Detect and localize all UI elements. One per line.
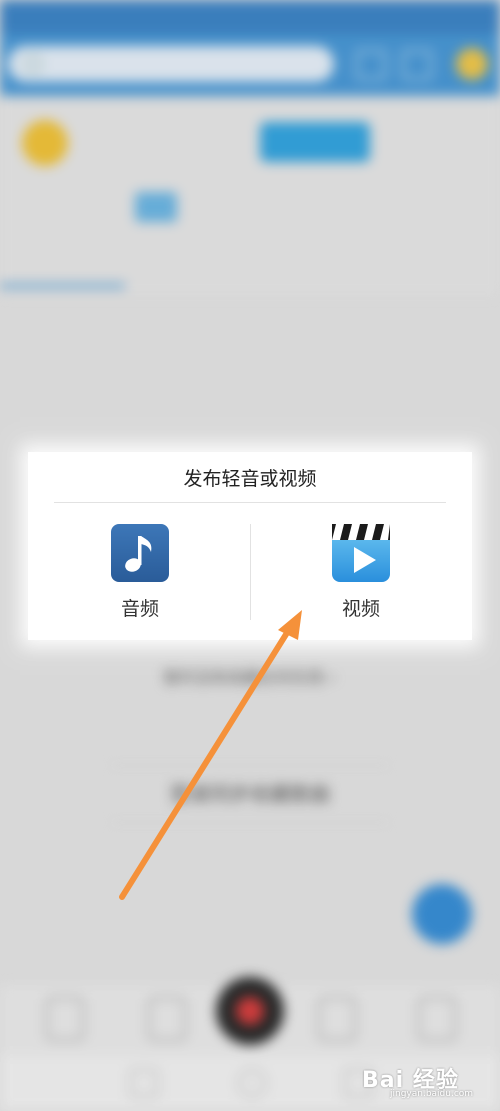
annotation-arrow bbox=[119, 610, 302, 900]
watermark-url: jingyan.baidu.com bbox=[390, 1089, 474, 1099]
baidu-jingyan-watermark: Bai 经验 jingyan.baidu.com bbox=[362, 1058, 492, 1104]
arrow-shaft bbox=[119, 625, 293, 900]
arrow-head-icon bbox=[278, 610, 302, 640]
